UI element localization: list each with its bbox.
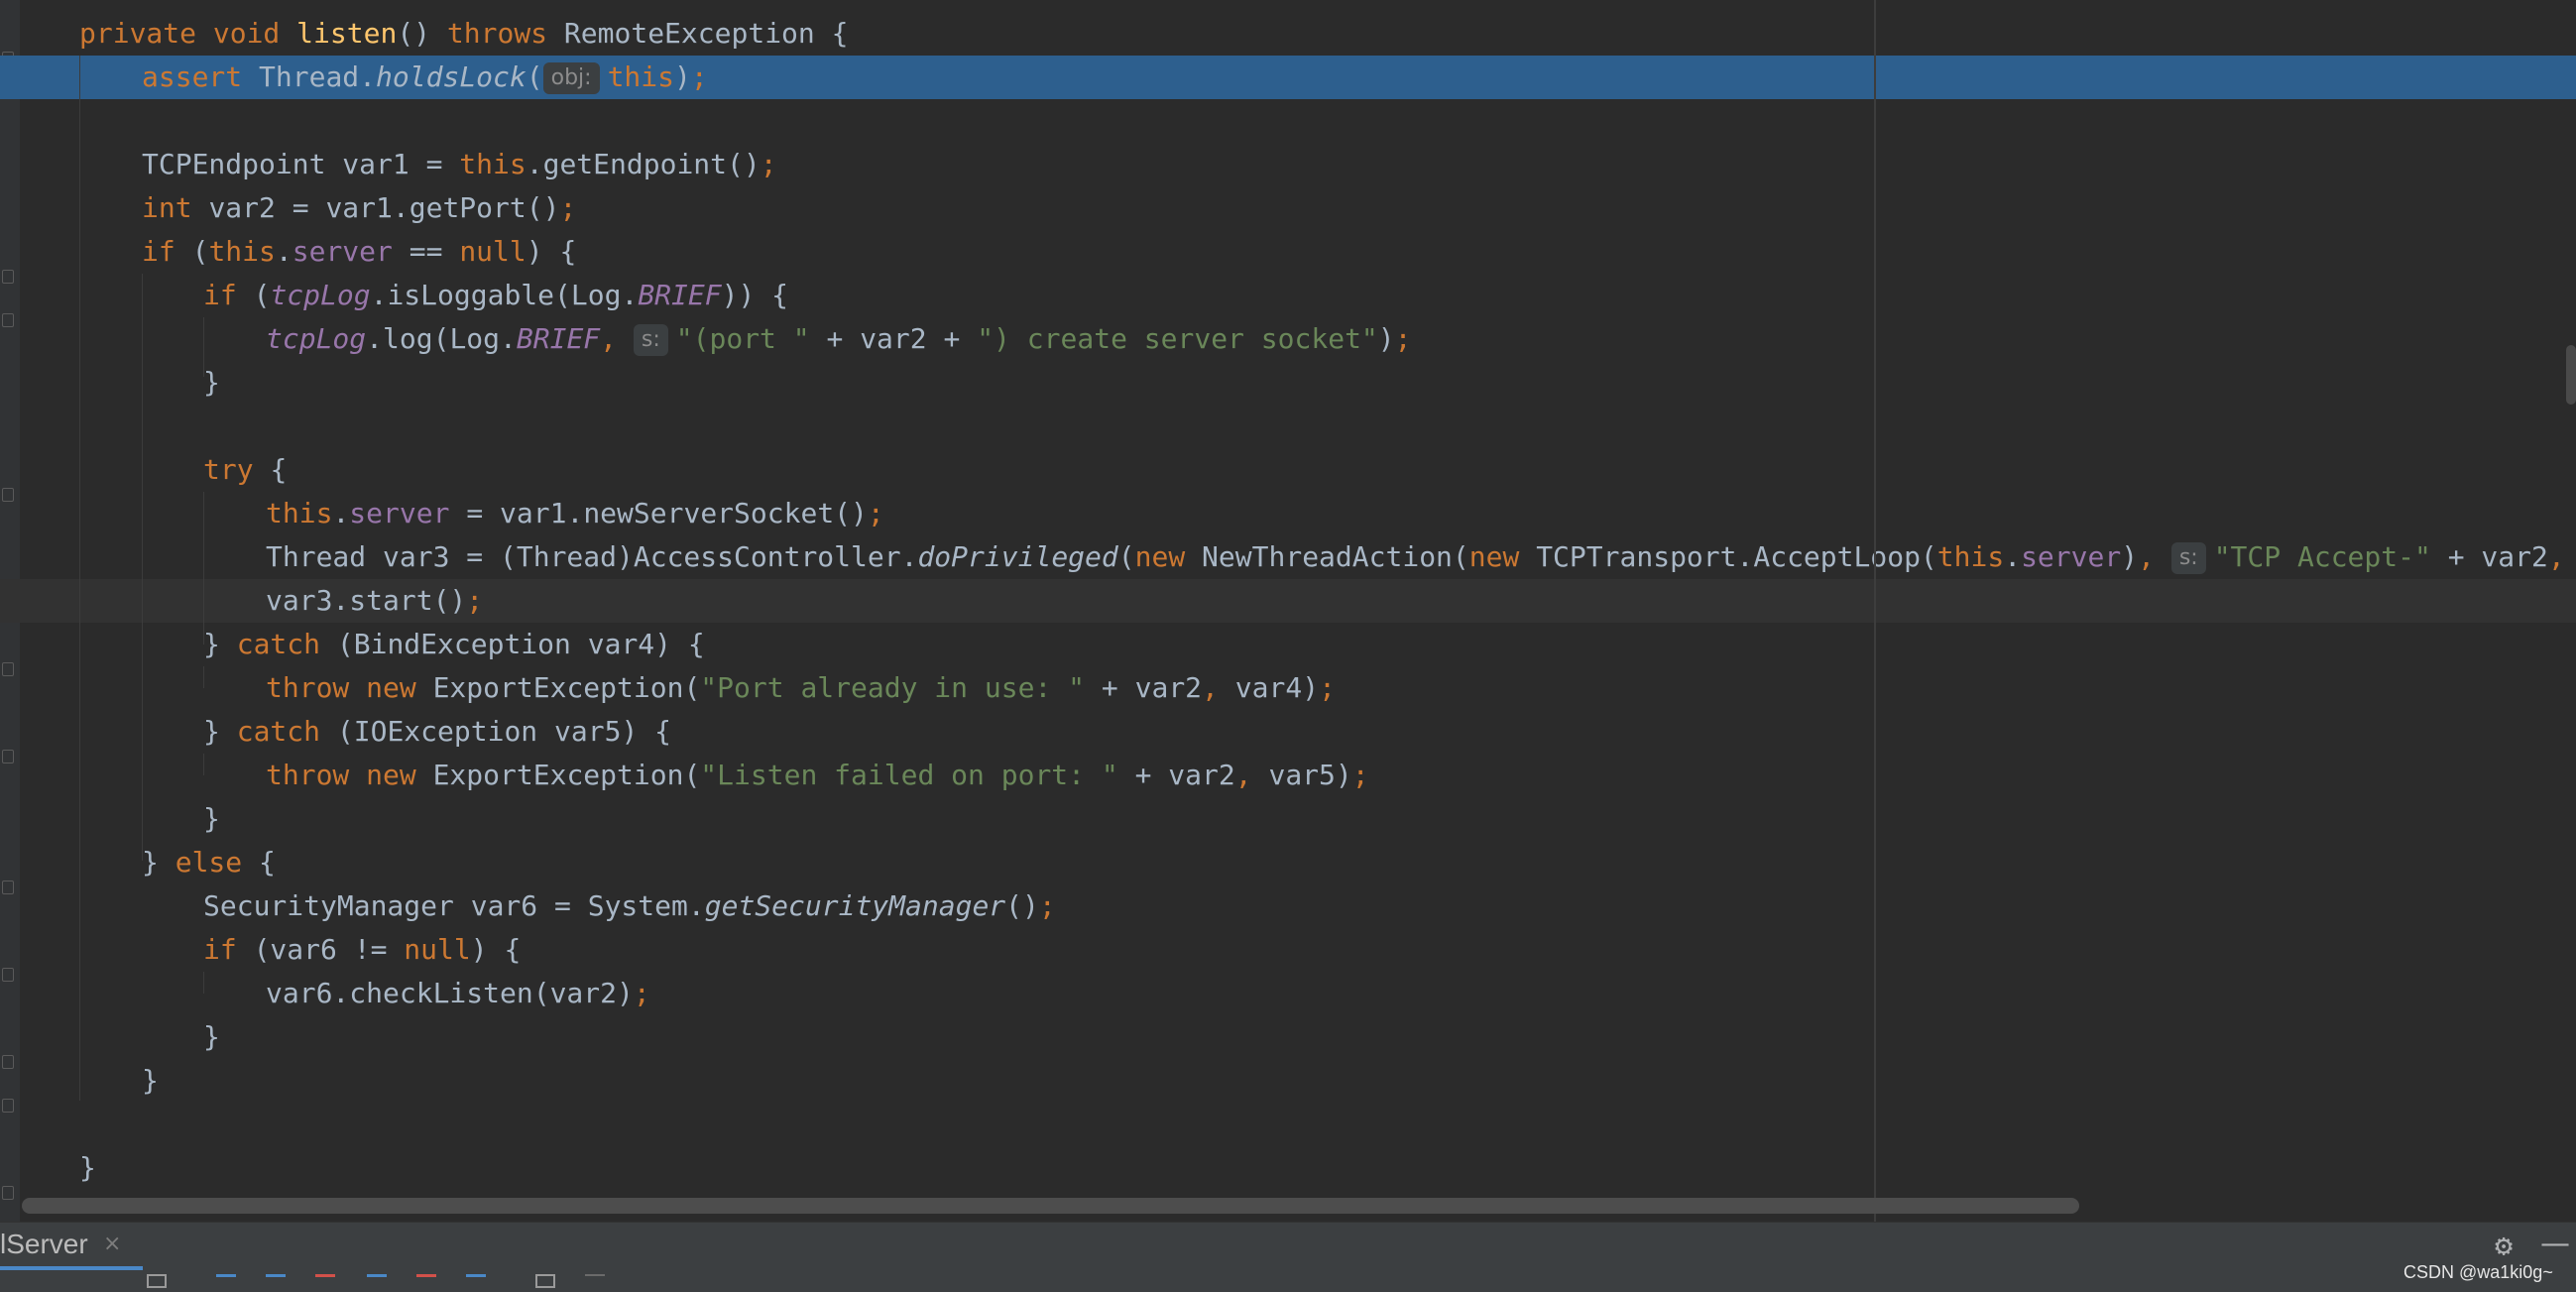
code-text: var6.checkListen(var2);	[266, 977, 650, 1009]
code-text: throw new ExportException("Port already …	[266, 671, 1336, 704]
code-text: assert Thread.holdsLock(obj: this);	[142, 60, 708, 94]
code-line[interactable]	[0, 99, 2576, 143]
code-text: if (tcpLog.isLoggable(Log.BRIEF)) {	[203, 279, 789, 311]
code-line[interactable]: tcpLog.log(Log.BRIEF, s: "(port " + var2 …	[0, 317, 2576, 361]
code-text: try {	[203, 453, 288, 486]
code-line[interactable]	[0, 1103, 2576, 1146]
code-editor[interactable]: private void listen() throws RemoteExcep…	[0, 0, 2576, 1222]
step-out-icon[interactable]	[367, 1274, 387, 1291]
vertical-scrollbar[interactable]	[2566, 345, 2576, 405]
code-line[interactable]: if (var6 != null) {	[0, 928, 2576, 972]
code-text: private void listen() throws RemoteExcep…	[79, 17, 849, 50]
code-line[interactable]: }	[0, 797, 2576, 841]
indent-guide	[79, 56, 80, 1101]
indent-guide	[203, 972, 204, 994]
code-line[interactable]: } catch (BindException var4) {	[0, 623, 2576, 666]
code-line[interactable]: }	[0, 1015, 2576, 1059]
force-step-into-icon[interactable]	[315, 1274, 335, 1291]
code-line[interactable]: }	[0, 1146, 2576, 1190]
code-line[interactable]: SecurityManager var6 = System.getSecurit…	[0, 884, 2576, 928]
code-text: if (var6 != null) {	[203, 933, 522, 966]
tool-window-bar: lServer × ⚙ — CSDN @wa1ki0g~	[0, 1222, 2576, 1292]
code-line[interactable]: if (this.server == null) {	[0, 230, 2576, 274]
step-into-icon[interactable]	[266, 1274, 286, 1291]
code-text: }	[203, 802, 220, 835]
code-text: }	[142, 1064, 159, 1097]
code-text: Thread var3 = (Thread)AccessController.d…	[266, 540, 2565, 574]
code-line[interactable]: } catch (IOException var5) {	[0, 710, 2576, 754]
code-text: } catch (BindException var4) {	[203, 628, 705, 660]
code-text: throw new ExportException("Listen failed…	[266, 759, 1369, 791]
code-line[interactable]: }	[0, 361, 2576, 405]
code-line[interactable]: var3.start();	[0, 579, 2576, 623]
horizontal-scrollbar[interactable]	[22, 1198, 2079, 1214]
code-line[interactable]	[0, 405, 2576, 448]
right-margin-guide	[1874, 0, 1876, 1222]
code-line[interactable]: }	[0, 1059, 2576, 1103]
close-icon[interactable]: ×	[103, 1227, 121, 1262]
code-line[interactable]: throw new ExportException("Listen failed…	[0, 754, 2576, 797]
code-text: var3.start();	[266, 584, 484, 617]
drop-frame-icon[interactable]	[416, 1274, 436, 1291]
code-line[interactable]: private void listen() throws RemoteExcep…	[0, 12, 2576, 56]
active-tab-indicator	[0, 1266, 143, 1270]
step-over-icon[interactable]	[216, 1274, 236, 1291]
tab-server[interactable]: lServer	[0, 1223, 88, 1266]
code-text: }	[203, 1020, 220, 1053]
code-line[interactable]: assert Thread.holdsLock(obj: this);	[0, 56, 2576, 99]
run-to-cursor-icon[interactable]	[466, 1274, 486, 1291]
code-text: this.server = var1.newServerSocket();	[266, 497, 884, 529]
indent-guide	[203, 317, 204, 377]
code-line[interactable]: throw new ExportException("Port already …	[0, 666, 2576, 710]
code-text: int var2 = var1.getPort();	[142, 191, 577, 224]
indent-guide	[203, 492, 204, 645]
indent-guide	[203, 666, 204, 688]
code-line[interactable]: var6.checkListen(var2);	[0, 972, 2576, 1015]
minimize-icon[interactable]: —	[2540, 1225, 2570, 1264]
code-line[interactable]: this.server = var1.newServerSocket();	[0, 492, 2576, 535]
code-line[interactable]: if (tcpLog.isLoggable(Log.BRIEF)) {	[0, 274, 2576, 317]
watermark-text: CSDN @wa1ki0g~	[2403, 1262, 2553, 1282]
code-text: }	[79, 1151, 96, 1184]
indent-guide	[203, 754, 204, 775]
code-line[interactable]: TCPEndpoint var1 = this.getEndpoint();	[0, 143, 2576, 186]
code-line[interactable]: int var2 = var1.getPort();	[0, 186, 2576, 230]
code-text: if (this.server == null) {	[142, 235, 577, 268]
code-text: tcpLog.log(Log.BRIEF, s: "(port " + var2 …	[266, 322, 1412, 356]
trace-icon[interactable]	[585, 1274, 605, 1290]
code-text: } catch (IOException var5) {	[203, 715, 672, 748]
code-line[interactable]: Thread var3 = (Thread)AccessController.d…	[0, 535, 2576, 579]
code-text: SecurityManager var6 = System.getSecurit…	[203, 889, 1056, 922]
code-text: TCPEndpoint var1 = this.getEndpoint();	[142, 148, 777, 180]
tab-server-label: lServer	[0, 1229, 88, 1259]
indent-guide	[142, 274, 143, 861]
stop-icon[interactable]	[147, 1274, 167, 1288]
evaluate-expression-icon[interactable]	[535, 1274, 555, 1288]
code-line[interactable]: } else {	[0, 841, 2576, 884]
code-text: } else {	[142, 846, 276, 879]
code-text: }	[203, 366, 220, 399]
code-line[interactable]: try {	[0, 448, 2576, 492]
